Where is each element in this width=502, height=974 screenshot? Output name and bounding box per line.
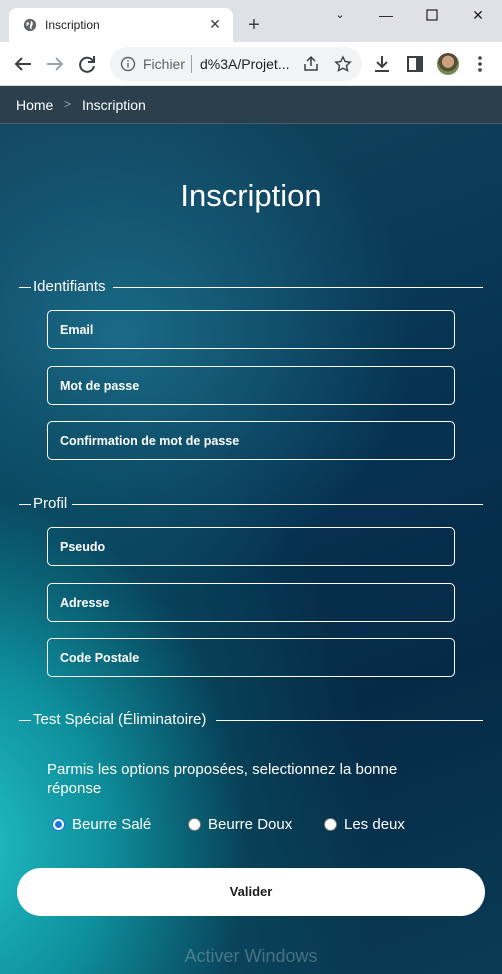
fieldset-border: [72, 504, 483, 505]
tab-search-icon[interactable]: ⌄: [329, 5, 351, 25]
radio-label[interactable]: Beurre Salé: [72, 816, 151, 833]
quiz-question: Parmis les options proposées, selectionn…: [47, 761, 398, 797]
omnibox-divider: [191, 55, 192, 73]
reload-icon[interactable]: [75, 52, 99, 76]
pseudo-field[interactable]: Pseudo: [47, 527, 455, 566]
fieldset-border: [19, 504, 31, 505]
info-icon[interactable]: [120, 56, 136, 72]
address-field[interactable]: Adresse: [47, 583, 455, 622]
profile-avatar[interactable]: [437, 53, 459, 75]
radio-unselected-icon[interactable]: [188, 818, 201, 831]
page-viewport: Home > Inscription Inscription Identifia…: [0, 86, 502, 974]
tab-strip: Inscription ✕ + ⌄ — ✕: [0, 0, 502, 42]
postal-code-field[interactable]: Code Postale: [47, 638, 455, 677]
fieldset-legend-identifiants: Identifiants: [33, 278, 106, 295]
page-title: Inscription: [180, 178, 322, 213]
breadcrumb: Home > Inscription: [0, 86, 502, 124]
radio-label[interactable]: Beurre Doux: [208, 816, 292, 833]
minimize-icon[interactable]: —: [375, 5, 397, 25]
breadcrumb-home-link[interactable]: Home: [16, 97, 53, 113]
radio-selected-icon[interactable]: [52, 818, 65, 831]
share-icon[interactable]: [302, 55, 320, 73]
maximize-icon[interactable]: [421, 5, 443, 25]
address-bar[interactable]: Fichier d%3A/Projet...: [110, 47, 362, 81]
tab-title: Inscription: [45, 18, 100, 32]
password-confirm-placeholder: Confirmation de mot de passe: [60, 434, 240, 448]
postal-code-placeholder: Code Postale: [60, 651, 140, 665]
email-field[interactable]: Email: [47, 310, 455, 349]
pseudo-placeholder: Pseudo: [60, 540, 106, 554]
radio-label[interactable]: Les deux: [344, 816, 405, 833]
url-text[interactable]: d%3A/Projet...: [200, 56, 290, 72]
forward-arrow-icon[interactable]: [43, 52, 67, 76]
fieldset-border: [19, 287, 31, 288]
fieldset-border: [19, 720, 31, 721]
fieldset-border: [216, 720, 483, 721]
breadcrumb-current: Inscription: [82, 97, 146, 113]
password-placeholder: Mot de passe: [60, 379, 140, 393]
address-placeholder: Adresse: [60, 596, 110, 610]
fieldset-border: [113, 287, 483, 288]
back-arrow-icon[interactable]: [11, 52, 35, 76]
globe-icon: [23, 18, 37, 32]
browser-toolbar: Fichier d%3A/Projet...: [0, 42, 502, 86]
download-icon[interactable]: [370, 52, 394, 76]
url-scheme-label: Fichier: [143, 56, 186, 72]
submit-button[interactable]: Valider: [17, 868, 485, 916]
new-tab-button[interactable]: +: [243, 14, 265, 36]
bookmark-star-icon[interactable]: [334, 55, 352, 73]
fieldset-legend-test: Test Spécial (Éliminatoire): [33, 711, 207, 728]
window-close-icon[interactable]: ✕: [467, 5, 489, 25]
email-placeholder: Email: [60, 323, 94, 337]
breadcrumb-separator: >: [64, 97, 72, 111]
more-menu-icon[interactable]: [468, 52, 492, 76]
password-field[interactable]: Mot de passe: [47, 366, 455, 405]
browser-tab[interactable]: Inscription ✕: [9, 8, 233, 42]
windows-activation-watermark: Activer Windows: [184, 946, 318, 966]
fieldset-legend-profil: Profil: [33, 495, 68, 512]
close-tab-icon[interactable]: ✕: [207, 16, 223, 32]
radio-unselected-icon[interactable]: [324, 818, 337, 831]
password-confirm-field[interactable]: Confirmation de mot de passe: [47, 421, 455, 460]
side-panel-icon[interactable]: [403, 52, 427, 76]
